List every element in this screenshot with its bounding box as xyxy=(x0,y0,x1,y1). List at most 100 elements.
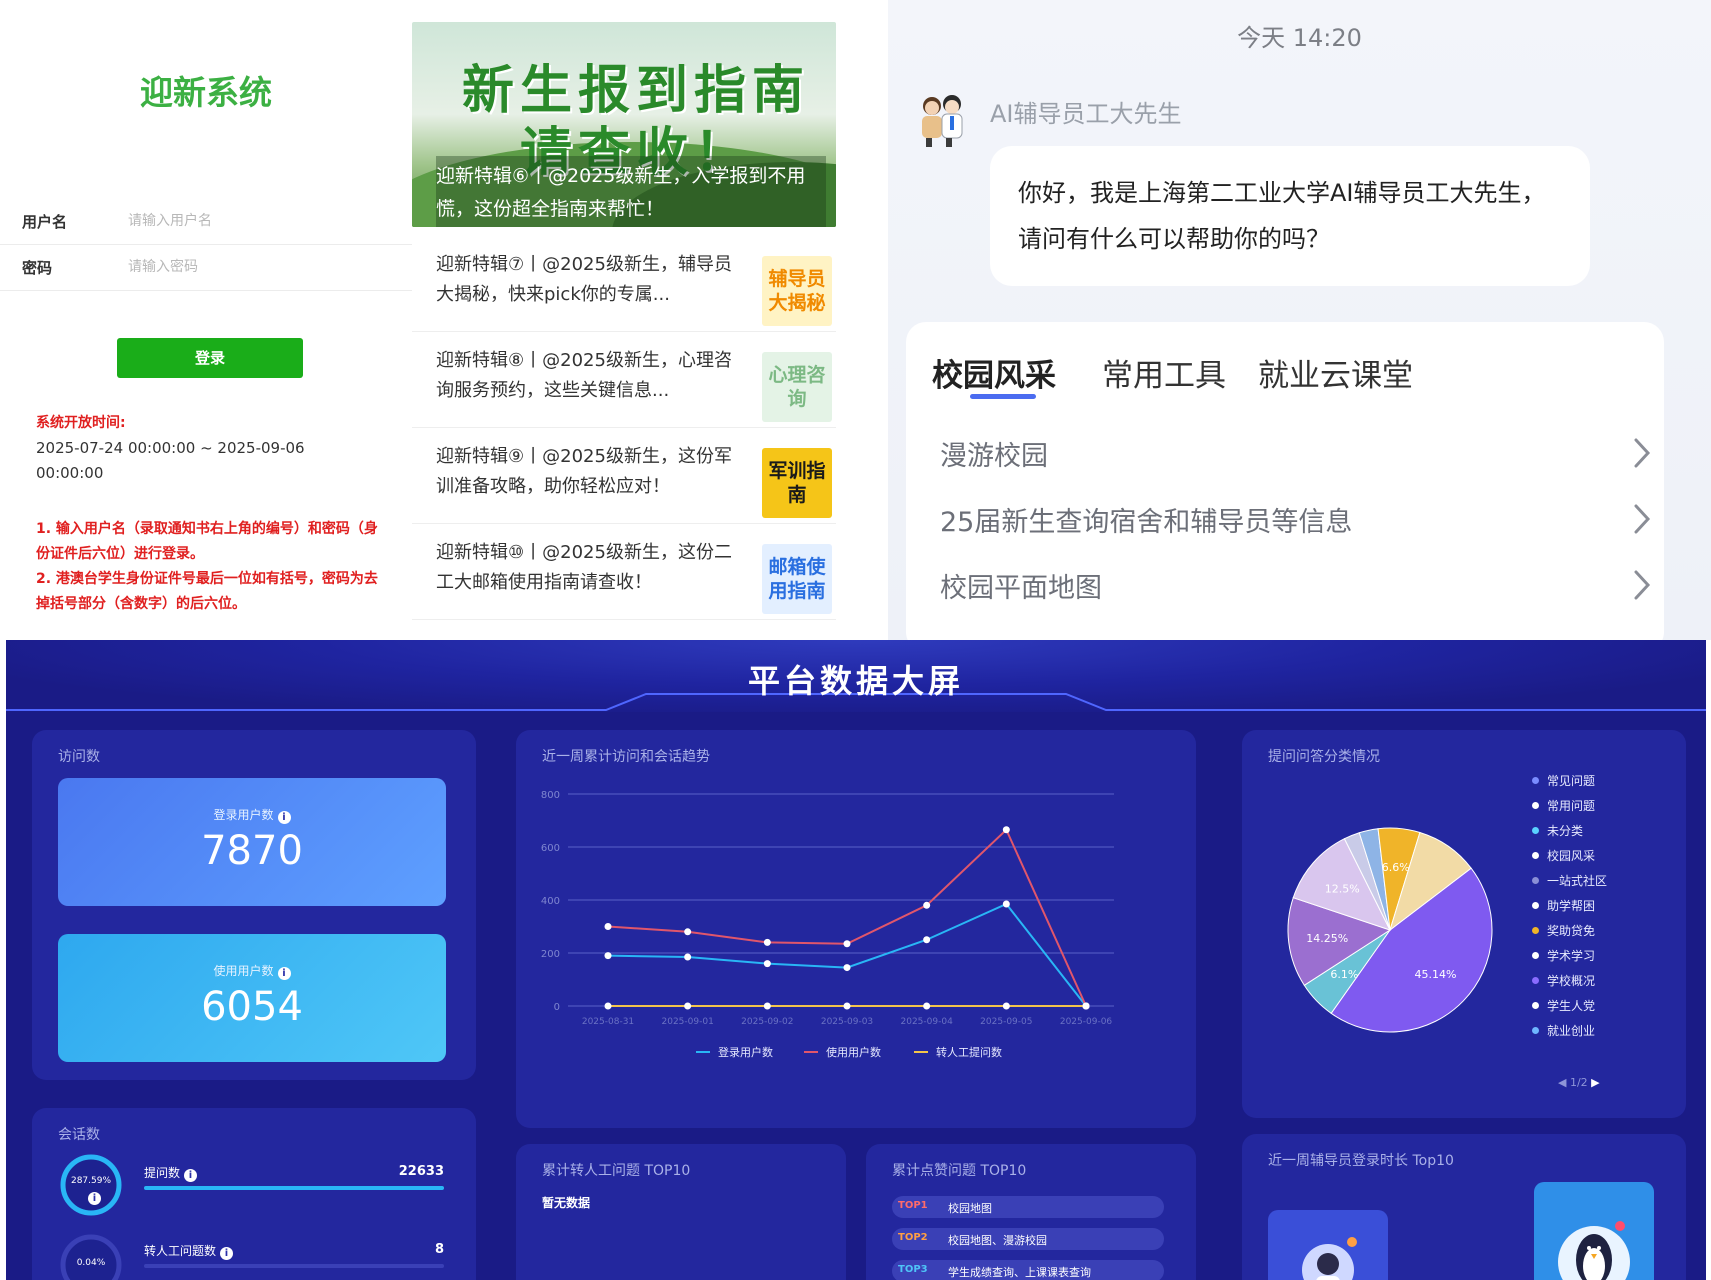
top-rank-badge: TOP3 xyxy=(898,1264,928,1275)
data-point xyxy=(684,953,692,961)
username-label: 用户名 xyxy=(22,213,68,231)
news-item-thumbnail: 辅导员大揭秘 xyxy=(762,256,832,326)
info-icon[interactable]: i xyxy=(220,1247,234,1260)
ring-value: 287.59% xyxy=(70,1176,112,1186)
series-line xyxy=(607,828,1087,1007)
news-item[interactable]: 迎新特辑⑦丨@2025级新生，辅导员大揭秘，快来pick你的专属... 辅导员大… xyxy=(412,236,836,332)
legend-dot-icon xyxy=(1532,827,1539,834)
x-tick-label: 2025-09-02 xyxy=(741,1017,793,1027)
info-icon[interactable]: i xyxy=(277,967,291,980)
counselor-avatar-card[interactable] xyxy=(1534,1182,1654,1280)
legend-item[interactable]: 学校概况 xyxy=(1532,972,1595,989)
data-point xyxy=(843,964,851,972)
legend-item[interactable]: 一站式社区 xyxy=(1532,872,1607,889)
banner-caption: 迎新特辑⑥丨@2025级新生，入学报到不用慌，这份超全指南来帮忙！ xyxy=(436,156,826,227)
news-panel: 新生报到指南 请查收！ 迎新特辑⑥丨@2025级新生，入学报到不用慌，这份超全指… xyxy=(412,0,892,640)
legend-item[interactable]: 未分类 xyxy=(1532,822,1583,839)
data-point xyxy=(923,936,931,944)
counselor-avatar-card[interactable] xyxy=(1268,1210,1388,1280)
questions-label: 提问数 i xyxy=(144,1164,198,1182)
panel-title: 累计点赞问题 TOP10 xyxy=(892,1163,1027,1179)
legend-label: 使用用户数 xyxy=(826,1045,881,1059)
legend-item[interactable]: 奖助贷免 xyxy=(1532,922,1595,939)
legend-label: 奖助贷免 xyxy=(1547,924,1596,938)
legend-pager[interactable]: ◀ 1/2 ▶ xyxy=(1558,1076,1600,1089)
y-tick-label: 200 xyxy=(541,949,560,960)
legend-label: 常见问题 xyxy=(1547,774,1596,788)
tab-career-course[interactable]: 就业云课堂 xyxy=(1258,350,1413,395)
panel-title: 近一周辅导员登录时长 Top10 xyxy=(1268,1153,1454,1169)
legend-label: 助学帮困 xyxy=(1547,899,1596,913)
link-campus-map[interactable]: 校园平面地图 xyxy=(940,556,1656,616)
legend-dot-icon xyxy=(1532,977,1539,984)
legend-label: 学校概况 xyxy=(1547,974,1596,988)
legend-label: 学生人党 xyxy=(1547,999,1596,1013)
data-point xyxy=(604,923,612,930)
data-point xyxy=(684,928,692,936)
open-time-label: 系统开放时间: xyxy=(36,415,126,431)
info-icon[interactable]: i xyxy=(88,1192,101,1205)
top-item-name: 学生成绩查询、上课课表查询 xyxy=(948,1266,1091,1279)
username-input[interactable] xyxy=(128,207,388,235)
panel-title: 访问数 xyxy=(58,749,100,765)
legend-item[interactable]: 就业创业 xyxy=(1532,1022,1595,1039)
legend-item[interactable]: 学术学习 xyxy=(1532,947,1595,964)
chevron-right-icon xyxy=(1634,570,1651,600)
ai-chat-panel: 今天 14:20 AI辅导员工大先生 你好，我是上海第二工业大学AI辅导员工大先… xyxy=(888,0,1711,652)
series-line xyxy=(607,902,1087,1007)
legend-label: 常用问题 xyxy=(1547,799,1596,813)
login-note-1: 1. 输入用户名（录取通知书右上角的编号）和密码（身份证件后六位）进行登录。 xyxy=(36,521,378,562)
pager-next-icon[interactable]: ▶ xyxy=(1591,1076,1599,1089)
login-button[interactable]: 登录 xyxy=(117,338,303,378)
password-input[interactable] xyxy=(128,253,388,281)
data-point xyxy=(763,938,771,946)
news-item[interactable]: 迎新特辑⑨丨@2025级新生，这份军训准备攻略，助你轻松应对！ 军训指南 xyxy=(412,428,836,524)
login-panel: 迎新系统 用户名 密码 登录 系统开放时间: 2025-07-24 00:00:… xyxy=(0,0,412,640)
legend-item[interactable]: 学生人党 xyxy=(1532,997,1595,1014)
info-icon[interactable]: i xyxy=(277,811,291,824)
legend-label: 转人工提问数 xyxy=(936,1045,1002,1059)
tab-common-tools[interactable]: 常用工具 xyxy=(1102,350,1226,395)
x-tick-label: 2025-09-03 xyxy=(821,1017,873,1027)
info-icon[interactable]: i xyxy=(184,1169,198,1182)
tab-campus-style[interactable]: 校园风采 xyxy=(932,350,1056,395)
legend-item[interactable]: 常见问题 xyxy=(1532,772,1595,789)
legend-item[interactable]: 校园风采 xyxy=(1532,847,1595,864)
legend-dot-icon xyxy=(1532,1027,1539,1034)
news-item-thumbnail: 军训指南 xyxy=(762,448,832,518)
data-point xyxy=(1082,1002,1090,1010)
legend-dot-icon xyxy=(1532,902,1539,909)
y-tick-label: 0 xyxy=(554,1002,560,1013)
data-point xyxy=(923,1002,931,1010)
data-point xyxy=(763,1002,771,1010)
news-item-title: 迎新特辑⑦丨@2025级新生，辅导员大揭秘，快来pick你的专属... xyxy=(436,254,732,305)
pager-prev-icon[interactable]: ◀ xyxy=(1558,1076,1566,1089)
legend-dot-icon xyxy=(1532,927,1539,934)
top-list-item[interactable]: TOP2 校园地图、漫游校园 xyxy=(892,1228,1164,1250)
legend-dot-icon xyxy=(1532,852,1539,859)
category-pie-chart: 45.14% 6.1% 14.25% 12.5% 6.6% xyxy=(1287,827,1493,1033)
username-row: 用户名 xyxy=(0,199,412,245)
legend-item[interactable]: 助学帮困 xyxy=(1532,897,1595,914)
pie-slice-label: 12.5% xyxy=(1325,883,1360,896)
x-tick-label: 2025-09-04 xyxy=(901,1017,954,1027)
transfer-bar xyxy=(144,1264,444,1268)
data-point xyxy=(1002,826,1010,834)
link-dorm-counselor-query[interactable]: 25届新生查询宿舍和辅导员等信息 xyxy=(940,490,1656,550)
chevron-right-icon xyxy=(1634,438,1651,468)
top-list-item[interactable]: TOP1 校园地图 xyxy=(892,1196,1164,1218)
login-users-card: 登录用户数 i 7870 xyxy=(58,778,446,906)
link-campus-tour[interactable]: 漫游校园 xyxy=(940,424,1656,484)
y-tick-label: 800 xyxy=(541,790,560,801)
legend-dot-icon xyxy=(1532,802,1539,809)
top-list-item[interactable]: TOP3 学生成绩查询、上课课表查询 xyxy=(892,1260,1164,1280)
news-item[interactable]: 迎新特辑⑧丨@2025级新生，心理咨询服务预约，这些关键信息... 心理咨询 xyxy=(412,332,836,428)
news-item-thumbnail: 心理咨询 xyxy=(762,352,832,422)
active-users-value: 6054 xyxy=(201,984,303,1030)
legend-item[interactable]: 常用问题 xyxy=(1532,797,1595,814)
panel-title: 会话数 xyxy=(58,1127,100,1143)
legend-dot-icon xyxy=(1532,952,1539,959)
news-item[interactable]: 迎新特辑⑩丨@2025级新生，这份二工大邮箱使用指南请查收！ 邮箱使用指南 xyxy=(412,524,836,620)
y-tick-label: 400 xyxy=(541,896,560,907)
news-banner[interactable]: 新生报到指南 请查收！ 迎新特辑⑥丨@2025级新生，入学报到不用慌，这份超全指… xyxy=(412,22,836,227)
